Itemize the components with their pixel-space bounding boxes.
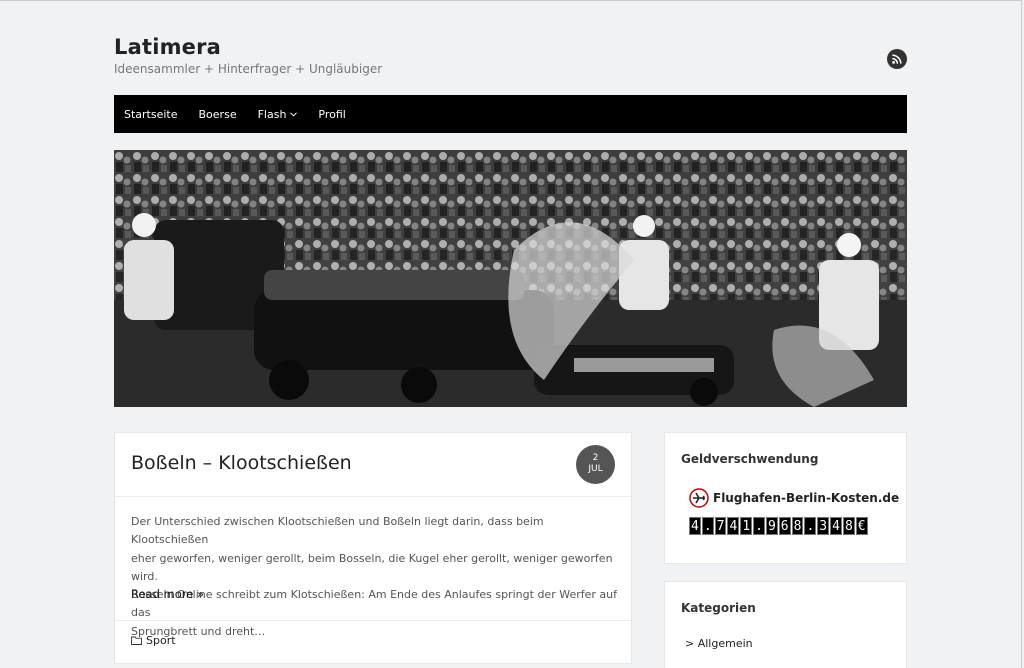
widget-kategorien: Kategorien > Allgemein — [664, 581, 907, 668]
nav-item-startseite[interactable]: Startseite — [124, 108, 178, 121]
airplane-icon — [689, 488, 709, 508]
post-date-badge: 2 JUL — [576, 445, 615, 484]
site-title[interactable]: Latimera — [114, 34, 907, 60]
post-date-day: 2 — [592, 453, 599, 463]
divider — [115, 496, 631, 497]
post-card: Boßeln – Klootschießen 2 JUL Der Untersc… — [114, 432, 632, 664]
rss-icon[interactable] — [887, 49, 907, 69]
folder-icon — [131, 636, 142, 645]
flughafen-link[interactable]: Flughafen-Berlin-Kosten.de — [689, 488, 899, 508]
category-item-allgemein[interactable]: > Allgemein — [685, 637, 753, 650]
post-date-month: JUL — [588, 464, 603, 474]
post-category-link[interactable]: Sport — [131, 634, 176, 647]
nav-item-profil[interactable]: Profil — [318, 108, 345, 121]
nav-item-boerse[interactable]: Boerse — [199, 108, 237, 121]
cost-counter: 4. 7 4 1. 9 6 8. 3 4 8 € — [689, 517, 868, 535]
nav-item-flash[interactable]: Flash — [258, 108, 298, 121]
motorcade-photo — [114, 150, 907, 407]
widget-geldverschwendung: Geldverschwendung Flughafen-Berlin-Koste… — [664, 432, 907, 564]
post-excerpt: Der Unterschied zwischen Klootschießen u… — [131, 515, 617, 638]
read-more-link[interactable]: Read more » — [131, 587, 204, 601]
site-header: Latimera Ideensammler + Hinterfrager + U… — [114, 34, 907, 84]
site-description: Ideensammler + Hinterfrager + Ungläubige… — [114, 62, 383, 76]
widget-title: Geldverschwendung — [681, 452, 819, 466]
post-title[interactable]: Boßeln – Klootschießen — [131, 452, 352, 474]
chevron-down-icon — [290, 111, 298, 117]
divider — [115, 620, 631, 621]
header-image — [114, 150, 907, 407]
widget-title: Kategorien — [681, 601, 756, 615]
main-navigation: Startseite Boerse Flash Profil — [114, 95, 907, 133]
